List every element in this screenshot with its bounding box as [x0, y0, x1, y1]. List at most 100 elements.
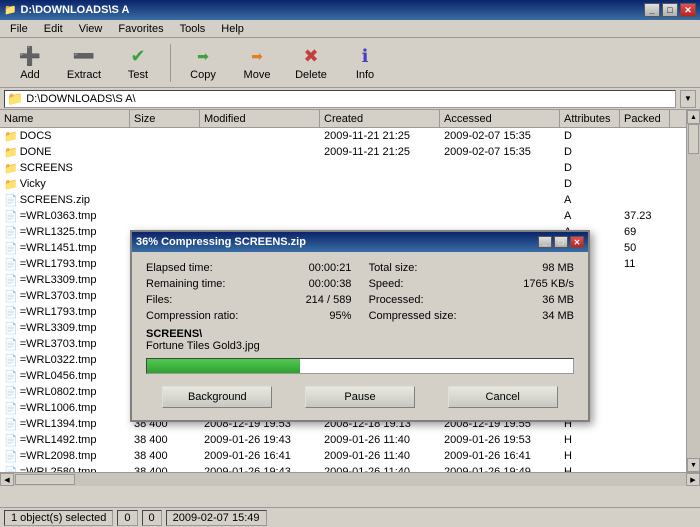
delete-button[interactable]: ✖ Delete: [285, 41, 337, 85]
file-icon: 📄: [4, 450, 18, 463]
scroll-right-button[interactable]: ▶: [686, 473, 700, 486]
file-cell-name: 📄 =WRL1451.tmp: [0, 240, 130, 256]
test-label: Test: [128, 69, 148, 81]
dialog-right-col: Total size: 98 MB Speed: 1765 KB/s Proce…: [369, 262, 574, 322]
dialog-close-button[interactable]: ✕: [570, 236, 584, 248]
scroll-down-button[interactable]: ▼: [687, 458, 700, 472]
file-cell-created: 2009-01-26 11:40: [320, 464, 440, 472]
compressed-size-value: 34 MB: [542, 310, 574, 322]
status-selected-text: 1 object(s) selected: [11, 512, 106, 524]
file-cell-name: 📄 =WRL3703.tmp: [0, 288, 130, 304]
col-header-size[interactable]: Size: [130, 110, 200, 127]
cancel-button[interactable]: Cancel: [448, 386, 558, 408]
file-cell-created: [320, 208, 440, 224]
address-field[interactable]: 📁 D:\DOWNLOADS\S A\: [4, 90, 676, 108]
table-row[interactable]: 📄 SCREENS.zip A: [0, 192, 700, 208]
folder-icon: 📁: [7, 91, 23, 107]
scroll-thumb[interactable]: [688, 124, 699, 154]
menu-edit[interactable]: Edit: [38, 22, 69, 36]
file-cell-modified: 2009-01-26 16:41: [200, 448, 320, 464]
col-header-accessed[interactable]: Accessed: [440, 110, 560, 127]
compression-value: 95%: [329, 310, 351, 322]
col-header-name[interactable]: Name: [0, 110, 130, 127]
col-header-modified[interactable]: Modified: [200, 110, 320, 127]
pause-button[interactable]: Pause: [305, 386, 415, 408]
file-cell-accessed: [440, 176, 560, 192]
scroll-track[interactable]: [687, 124, 700, 458]
copy-label: Copy: [190, 69, 216, 81]
scroll-left-button[interactable]: ◀: [0, 473, 14, 486]
menu-file[interactable]: File: [4, 22, 34, 36]
file-cell-name: 📄 =WRL1492.tmp: [0, 432, 130, 448]
compression-field: Compression ratio: 95%: [146, 310, 351, 322]
copy-icon: ➡: [191, 45, 215, 69]
copy-button[interactable]: ➡ Copy: [177, 41, 229, 85]
scrollbar-vertical[interactable]: ▲ ▼: [686, 110, 700, 472]
file-cell-attributes: H: [560, 432, 620, 448]
file-cell-name: 📄 =WRL1394.tmp: [0, 416, 130, 432]
file-list-header: Name Size Modified Created Accessed Attr…: [0, 110, 700, 128]
file-cell-name: 📄 =WRL1325.tmp: [0, 224, 130, 240]
file-cell-accessed: [440, 160, 560, 176]
background-button[interactable]: Background: [162, 386, 272, 408]
status-bar: 1 object(s) selected 0 0 2009-02-07 15:4…: [0, 507, 700, 527]
move-icon: ➡: [245, 45, 269, 69]
folder-icon: 📁: [4, 130, 18, 143]
file-cell-name: 📁 SCREENS: [0, 160, 130, 176]
extract-button[interactable]: ➖ Extract: [58, 41, 110, 85]
menu-favorites[interactable]: Favorites: [112, 22, 169, 36]
status-datetime-text: 2009-02-07 15:49: [173, 512, 260, 524]
speed-label: Speed:: [369, 278, 479, 290]
file-cell-packed: [620, 160, 670, 176]
scroll-h-track[interactable]: [14, 473, 686, 486]
add-button[interactable]: ➕ Add: [4, 41, 56, 85]
address-dropdown[interactable]: ▼: [680, 90, 696, 108]
file-cell-created: [320, 192, 440, 208]
table-row[interactable]: 📁 DONE 2009-11-21 21:25 2009-02-07 15:35…: [0, 144, 700, 160]
file-icon: 📄: [4, 386, 18, 399]
scroll-up-button[interactable]: ▲: [687, 110, 700, 124]
file-cell-accessed: 2009-02-07 15:35: [440, 128, 560, 144]
table-row[interactable]: 📄 =WRL0363.tmp A 37.23: [0, 208, 700, 224]
file-cell-packed: [620, 464, 670, 472]
address-text: D:\DOWNLOADS\S A\: [26, 93, 135, 105]
table-row[interactable]: 📁 SCREENS D: [0, 160, 700, 176]
table-row[interactable]: 📁 DOCS 2009-11-21 21:25 2009-02-07 15:35…: [0, 128, 700, 144]
col-header-created[interactable]: Created: [320, 110, 440, 127]
file-cell-size: [130, 128, 200, 144]
speed-value: 1765 KB/s: [523, 278, 574, 290]
file-cell-name: 📄 SCREENS.zip: [0, 192, 130, 208]
menu-help[interactable]: Help: [215, 22, 250, 36]
status-datetime: 2009-02-07 15:49: [166, 510, 267, 526]
file-cell-packed: [620, 304, 670, 320]
file-cell-accessed: 2009-01-26 19:49: [440, 464, 560, 472]
scrollbar-horizontal[interactable]: ◀ ▶: [0, 472, 700, 486]
move-button[interactable]: ➡ Move: [231, 41, 283, 85]
info-label: Info: [356, 69, 374, 81]
info-button[interactable]: ℹ Info: [339, 41, 391, 85]
minimize-button[interactable]: _: [644, 3, 660, 17]
processed-field: Processed: 36 MB: [369, 294, 574, 306]
table-row[interactable]: 📄 =WRL2580.tmp 38 400 2009-01-26 19:43 2…: [0, 464, 700, 472]
table-row[interactable]: 📄 =WRL1492.tmp 38 400 2009-01-26 19:43 2…: [0, 432, 700, 448]
col-header-packed[interactable]: Packed: [620, 110, 670, 127]
files-field: Files: 214 / 589: [146, 294, 351, 306]
file-cell-accessed: 2009-01-26 16:41: [440, 448, 560, 464]
maximize-button[interactable]: □: [662, 3, 678, 17]
file-icon: 📄: [4, 338, 18, 351]
close-button[interactable]: ✕: [680, 3, 696, 17]
scroll-h-thumb[interactable]: [15, 474, 75, 485]
file-cell-modified: 2009-01-26 19:43: [200, 432, 320, 448]
col-header-attributes[interactable]: Attributes: [560, 110, 620, 127]
table-row[interactable]: 📁 Vicky D: [0, 176, 700, 192]
dialog-minimize-button[interactable]: _: [538, 236, 552, 248]
test-button[interactable]: ✔ Test: [112, 41, 164, 85]
progress-bar-container: [146, 358, 574, 374]
table-row[interactable]: 📄 =WRL2098.tmp 38 400 2009-01-26 16:41 2…: [0, 448, 700, 464]
add-label: Add: [20, 69, 40, 81]
dialog-maximize-button[interactable]: □: [554, 236, 568, 248]
menu-tools[interactable]: Tools: [174, 22, 212, 36]
main-area: Name Size Modified Created Accessed Attr…: [0, 110, 700, 472]
status-selected: 1 object(s) selected: [4, 510, 113, 526]
menu-view[interactable]: View: [73, 22, 109, 36]
